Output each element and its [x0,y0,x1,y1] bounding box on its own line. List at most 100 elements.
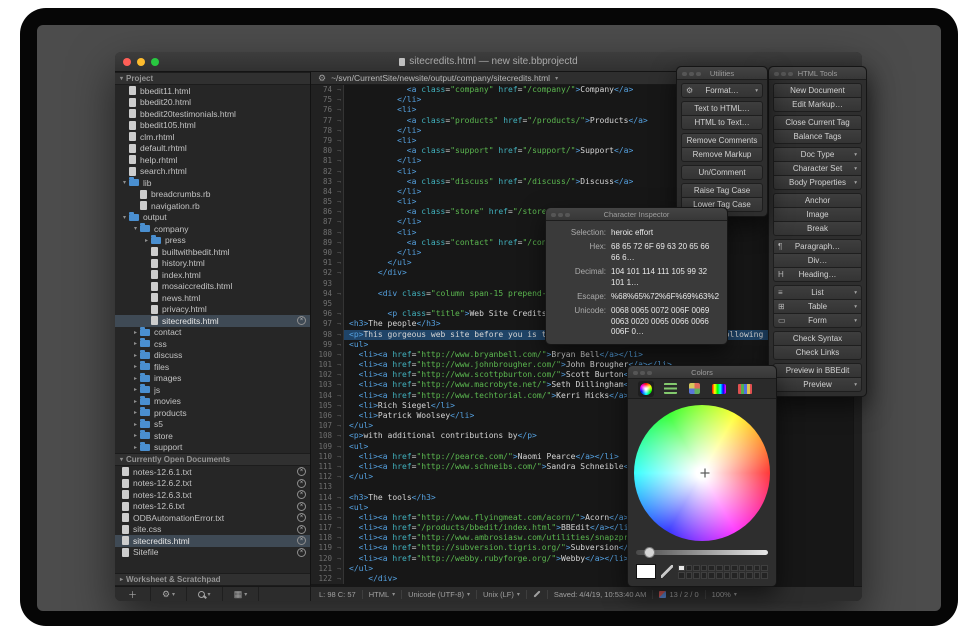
close-icon[interactable]: × [297,513,306,522]
disclosure-triangle-icon[interactable]: ▾ [120,214,129,221]
code-line[interactable]: 122¬ </div> [311,574,862,584]
code-line[interactable]: 108¬<p>with additional contributions by<… [311,431,862,441]
palette-button[interactable]: Break [773,221,862,236]
gear-icon[interactable]: ⚙ [318,74,326,83]
color-swatch[interactable] [754,572,761,579]
actions-menu-button[interactable]: ⚙▾ [151,587,187,601]
wheel-picker-tab[interactable] [638,381,654,397]
color-swatch[interactable] [693,565,700,572]
palette-button[interactable]: ▭Form▾ [773,313,862,328]
fold-marker-icon[interactable]: ¬ [335,126,344,136]
tree-item[interactable]: news.html [115,292,310,304]
disclosure-triangle-icon[interactable]: ▸ [131,432,140,439]
fold-marker-icon[interactable]: ¬ [335,564,344,574]
disclosure-triangle-icon[interactable]: ▸ [131,329,140,336]
eyedropper-icon[interactable] [661,565,673,578]
palette-button[interactable]: Raise Tag Case [681,183,763,198]
fold-marker-icon[interactable]: ¬ [335,431,344,441]
tree-item[interactable]: ▸support [115,442,310,454]
tree-item[interactable]: sitecredits.html× [115,315,310,327]
fold-marker-icon[interactable]: ¬ [335,146,344,156]
code-line[interactable]: 118¬ <li><a href="http://www.ambrosiasw.… [311,533,862,543]
close-icon[interactable]: × [297,502,306,511]
fold-marker-icon[interactable]: ¬ [335,421,344,431]
color-swatch[interactable] [739,572,746,579]
fold-marker-icon[interactable]: ¬ [335,330,344,340]
palette-close-icon[interactable] [551,213,570,218]
tree-item[interactable]: builtwithbedit.html [115,246,310,258]
fold-marker-icon[interactable]: ¬ [335,360,344,370]
tree-item[interactable]: clm.rhtml [115,131,310,143]
fold-marker-icon[interactable]: ¬ [335,452,344,462]
selected-color-well[interactable] [636,564,656,579]
add-item-button[interactable]: ＋ [115,587,151,601]
tree-item[interactable]: bbedit11.html [115,85,310,97]
palette-button[interactable]: Preview▾ [773,377,862,392]
palette-button[interactable]: Doc Type▾ [773,147,862,162]
fold-marker-icon[interactable]: ¬ [335,493,344,503]
disclosure-triangle-icon[interactable]: ▾ [120,456,123,463]
palette-button[interactable]: Anchor [773,193,862,208]
open-document-item[interactable]: notes-12.6.2.txt× [115,478,310,490]
palette-button[interactable]: Remove Markup [681,147,763,162]
slider-knob[interactable] [644,547,655,558]
palette-button[interactable]: Close Current Tag [773,115,862,130]
disclosure-triangle-icon[interactable]: ▾ [131,225,140,232]
disclosure-triangle-icon[interactable]: ▸ [131,398,140,405]
tree-item[interactable]: mosaiccredits.html [115,281,310,293]
zoom-window-button[interactable] [151,58,159,66]
palette-button[interactable]: Div… [773,253,862,268]
issue-counts[interactable]: 13 / 2 / 0 [659,590,698,599]
fold-marker-icon[interactable]: ¬ [335,116,344,126]
tree-item[interactable]: bbedit20testimonials.html [115,108,310,120]
tree-item[interactable]: bbedit105.html [115,120,310,132]
tree-item[interactable]: ▸js [115,384,310,396]
color-swatch[interactable] [739,565,746,572]
close-icon[interactable]: × [297,548,306,557]
color-swatch[interactable] [686,572,693,579]
palette-button[interactable]: Text to HTML… [681,101,763,116]
close-icon[interactable]: × [297,525,306,534]
palette-close-icon[interactable] [682,72,701,77]
tree-item[interactable]: ▸images [115,373,310,385]
color-swatch[interactable] [731,572,738,579]
tree-item[interactable]: bbedit20.html [115,97,310,109]
open-documents-section-header[interactable]: ▾ Currently Open Documents [115,453,310,466]
palette-button[interactable]: Balance Tags [773,129,862,144]
open-document-item[interactable]: Sitefile× [115,547,310,559]
palette-button[interactable]: Check Syntax [773,331,862,346]
tree-item[interactable]: ▸press [115,235,310,247]
disclosure-triangle-icon[interactable]: ▸ [142,237,151,244]
disclosure-triangle-icon[interactable]: ▸ [131,375,140,382]
color-swatch[interactable] [746,565,753,572]
fold-marker-icon[interactable]: ¬ [335,513,344,523]
close-icon[interactable]: × [297,467,306,476]
tree-item[interactable]: ▸products [115,407,310,419]
tree-item[interactable]: help.rhtml [115,154,310,166]
code-line[interactable]: 106¬ <li>Patrick Woolsey</li> [311,411,862,421]
fold-marker-icon[interactable]: ¬ [335,136,344,146]
crayons-picker-tab[interactable] [736,382,754,396]
color-wheel-crosshair[interactable] [700,469,709,478]
fold-marker-icon[interactable]: ¬ [335,319,344,329]
fold-marker-icon[interactable]: ¬ [335,268,344,278]
palette-button[interactable]: New Document [773,83,862,98]
code-line[interactable]: 112¬</ul> [311,472,862,482]
fold-marker-icon[interactable]: ¬ [335,462,344,472]
disclosure-triangle-icon[interactable]: ▸ [131,409,140,416]
disclosure-triangle-icon[interactable]: ▸ [131,352,140,359]
fold-marker-icon[interactable]: ¬ [335,543,344,553]
tree-item[interactable]: index.html [115,269,310,281]
code-line[interactable]: 116¬ <li><a href="http://www.flyingmeat.… [311,513,862,523]
fold-marker-icon[interactable]: ¬ [335,177,344,187]
fold-marker-icon[interactable]: ¬ [335,340,344,350]
palette-titlebar[interactable]: Character Inspector [546,208,727,221]
color-swatch[interactable] [761,572,768,579]
code-line[interactable]: 114¬<h3>The tools</h3> [311,493,862,503]
fold-marker-icon[interactable]: ¬ [335,574,344,584]
color-wheel[interactable] [634,405,770,541]
code-line[interactable]: 113 [311,482,862,492]
sliders-picker-tab[interactable] [662,381,679,396]
palette-close-icon[interactable] [633,371,652,376]
tree-item[interactable]: ▾lib [115,177,310,189]
